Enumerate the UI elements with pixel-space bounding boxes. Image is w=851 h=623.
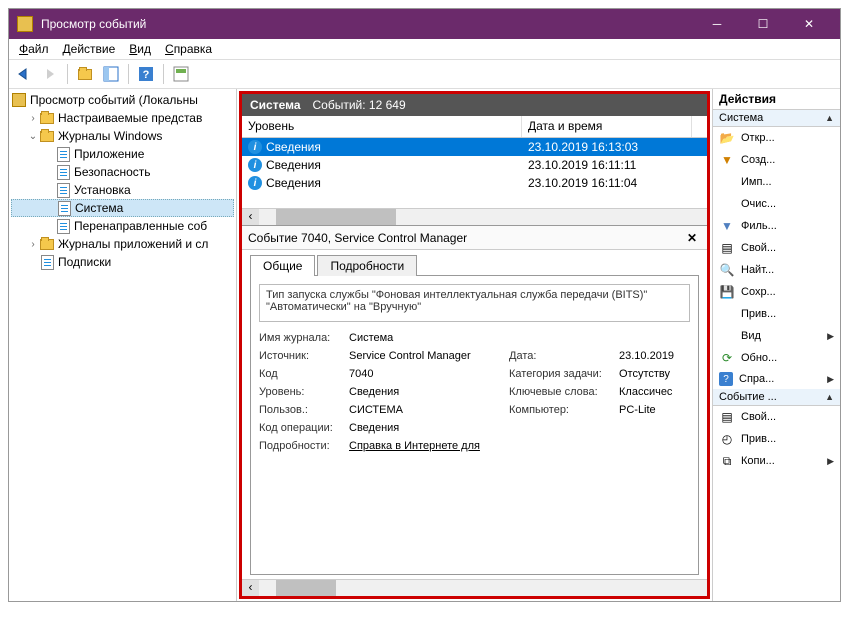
svg-text:?: ?	[143, 69, 150, 81]
menu-view[interactable]: Вид	[123, 40, 157, 58]
col-level[interactable]: Уровень	[242, 116, 522, 137]
window-title: Просмотр событий	[41, 17, 694, 31]
event-detail-title: Событие 7040, Service Control Manager ✕	[242, 226, 707, 250]
tb-icon-4[interactable]	[170, 63, 192, 85]
col-datetime[interactable]: Дата и время	[522, 116, 692, 137]
event-hscroll[interactable]: ‹	[242, 579, 707, 596]
actions-section-event[interactable]: Событие ...▲	[713, 389, 840, 406]
grid-row[interactable]: iСведения23.10.2019 16:11:11	[242, 156, 707, 174]
actions-pane: Действия Система▲ 📂Откр... ▼Созд... Имп.…	[712, 89, 840, 601]
action-copy[interactable]: ⧉Копи...▶	[713, 450, 840, 472]
event-detail-panel: Событие 7040, Service Control Manager ✕ …	[242, 226, 707, 596]
tb-icon-1[interactable]	[74, 63, 96, 85]
action-view[interactable]: Вид▶	[713, 325, 840, 347]
info-icon: i	[248, 140, 262, 154]
log-header: Система Событий: 12 649	[242, 94, 707, 116]
tb-help-icon[interactable]: ?	[135, 63, 157, 85]
action-create[interactable]: ▼Созд...	[713, 149, 840, 171]
event-tabs: Общие Подробности	[242, 250, 707, 275]
action-props[interactable]: ▤Свой...	[713, 237, 840, 259]
tab-details[interactable]: Подробности	[317, 255, 417, 276]
tree-root[interactable]: Просмотр событий (Локальны	[11, 91, 234, 109]
center-panel: Система Событий: 12 649 Уровень Дата и в…	[239, 91, 710, 599]
nav-tree[interactable]: Просмотр событий (Локальны ›Настраиваемы…	[9, 89, 237, 601]
log-name: Система	[250, 98, 301, 112]
tree-custom-views[interactable]: ›Настраиваемые представ	[11, 109, 234, 127]
tree-setup[interactable]: Установка	[11, 181, 234, 199]
event-properties: Имя журнала:Система Источник:Service Con…	[259, 332, 690, 452]
tree-app-services[interactable]: ›Журналы приложений и сл	[11, 235, 234, 253]
menu-action[interactable]: Действие	[57, 40, 122, 58]
event-grid: Уровень Дата и время iСведения23.10.2019…	[242, 116, 707, 226]
tree-system[interactable]: Система	[11, 199, 234, 217]
action-attach[interactable]: Прив...	[713, 303, 840, 325]
action-event-props[interactable]: ▤Свой...	[713, 406, 840, 428]
action-refresh[interactable]: ⟳Обно...	[713, 347, 840, 369]
info-icon: i	[248, 158, 262, 172]
tree-windows-logs[interactable]: ⌄Журналы Windows	[11, 127, 234, 145]
tb-icon-2[interactable]	[100, 63, 122, 85]
event-description: Тип запуска службы "Фоновая интеллектуал…	[259, 284, 690, 322]
minimize-button[interactable]: ─	[694, 9, 740, 39]
app-icon	[17, 16, 33, 32]
menu-file[interactable]: Файл	[13, 40, 55, 58]
action-clear[interactable]: Очис...	[713, 193, 840, 215]
maximize-button[interactable]: ☐	[740, 9, 786, 39]
online-help-link[interactable]: Справка в Интернете для	[349, 440, 699, 452]
menu-help[interactable]: Справка	[159, 40, 218, 58]
event-viewer-window: Просмотр событий ─ ☐ ✕ Файл Действие Вид…	[8, 8, 841, 602]
action-filter[interactable]: ▼Филь...	[713, 215, 840, 237]
close-button[interactable]: ✕	[786, 9, 832, 39]
actions-section-system[interactable]: Система▲	[713, 110, 840, 127]
action-help[interactable]: ?Спра...▶	[713, 369, 840, 389]
menubar: Файл Действие Вид Справка	[9, 39, 840, 59]
event-count: Событий: 12 649	[313, 98, 406, 112]
grid-hscroll[interactable]: ‹	[242, 208, 707, 225]
action-find[interactable]: 🔍Найт...	[713, 259, 840, 281]
action-event-attach[interactable]: ◴Прив...	[713, 428, 840, 450]
grid-row[interactable]: iСведения23.10.2019 16:11:04	[242, 174, 707, 192]
toolbar: ?	[9, 59, 840, 89]
event-detail-close[interactable]: ✕	[683, 231, 701, 245]
grid-header: Уровень Дата и время	[242, 116, 707, 138]
grid-row[interactable]: iСведения23.10.2019 16:13:03	[242, 138, 707, 156]
action-open[interactable]: 📂Откр...	[713, 127, 840, 149]
actions-title: Действия	[713, 89, 840, 110]
tree-subscriptions[interactable]: Подписки	[11, 253, 234, 271]
action-save[interactable]: 💾Сохр...	[713, 281, 840, 303]
tab-general[interactable]: Общие	[250, 255, 315, 276]
tree-application[interactable]: Приложение	[11, 145, 234, 163]
forward-button[interactable]	[39, 63, 61, 85]
tree-security[interactable]: Безопасность	[11, 163, 234, 181]
titlebar: Просмотр событий ─ ☐ ✕	[9, 9, 840, 39]
event-general-body: Тип запуска службы "Фоновая интеллектуал…	[250, 275, 699, 575]
action-import[interactable]: Имп...	[713, 171, 840, 193]
info-icon: i	[248, 176, 262, 190]
tree-forwarded[interactable]: Перенаправленные соб	[11, 217, 234, 235]
back-button[interactable]	[13, 63, 35, 85]
grid-body[interactable]: iСведения23.10.2019 16:13:03iСведения23.…	[242, 138, 707, 208]
